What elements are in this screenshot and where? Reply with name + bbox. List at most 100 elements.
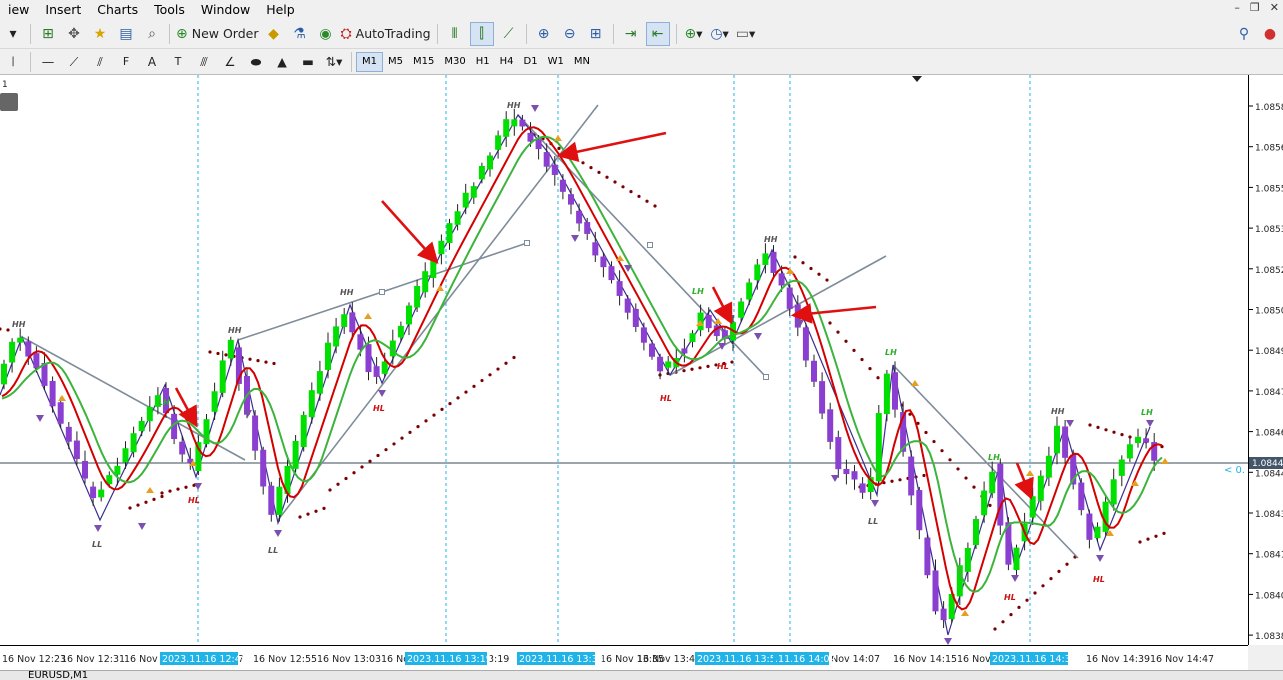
sar-dot xyxy=(645,199,649,203)
fibonacci-icon[interactable]: F xyxy=(115,51,137,73)
menu-view[interactable]: iew xyxy=(0,0,37,19)
sar-dot xyxy=(940,449,944,453)
candle-body xyxy=(964,547,971,572)
divider xyxy=(525,23,527,44)
trendline-icon[interactable]: ⟋ xyxy=(63,51,85,73)
candle-body xyxy=(997,463,1004,526)
candle-body xyxy=(568,194,574,205)
candle-body xyxy=(738,301,745,318)
arrows-icon[interactable]: ⇅▾ xyxy=(323,51,345,73)
dropdown-arrow-icon[interactable]: ▾ xyxy=(2,23,24,45)
signals-icon[interactable]: ⚗ xyxy=(288,23,310,45)
chart-shift-marker[interactable] xyxy=(912,76,922,82)
trendline-handle[interactable] xyxy=(647,242,653,248)
menu-tools[interactable]: Tools xyxy=(146,0,193,19)
autoscroll-icon[interactable]: ⇥ xyxy=(620,23,642,45)
search-icon[interactable]: ⚲ xyxy=(1233,23,1255,45)
timeframe-h1[interactable]: H1 xyxy=(471,53,495,71)
vertical-line-icon[interactable]: | xyxy=(2,51,24,73)
line-chart-icon[interactable]: ⟋ xyxy=(498,23,520,45)
timeframe-m5[interactable]: M5 xyxy=(383,53,408,71)
swing-label: HL xyxy=(1093,575,1105,584)
gann-icon[interactable]: ⫻ xyxy=(193,51,215,73)
sar-dot xyxy=(416,425,420,429)
close-icon[interactable]: ✕ xyxy=(1270,1,1279,14)
indicators-icon[interactable]: ⊕ ▾ xyxy=(683,23,705,45)
angle-icon[interactable]: ∠ xyxy=(219,51,241,73)
annotation-arrow[interactable] xyxy=(381,200,439,264)
horizontal-line-icon[interactable]: — xyxy=(37,51,59,73)
autotrading-button[interactable]: ⛭ AutoTrading xyxy=(340,23,430,45)
timeframe-d1[interactable]: D1 xyxy=(519,53,543,71)
candle-body xyxy=(665,361,672,368)
triangle-icon[interactable]: ▲ xyxy=(271,51,293,73)
price-chart[interactable]: HH LL LH HL HH HH LL HL HH HL LH HL HH LH LL LH HL HH HL LH… xyxy=(0,75,1248,645)
candle-body xyxy=(130,433,137,453)
one-click-trading-panel[interactable] xyxy=(0,93,18,111)
buy-signal-icon xyxy=(364,313,372,319)
zigzag-line xyxy=(0,113,1151,636)
tile-windows-icon[interactable]: ⊞ xyxy=(585,23,607,45)
timeframe-m30[interactable]: M30 xyxy=(439,53,470,71)
sar-dot xyxy=(216,351,220,356)
chart-canvas[interactable]: HH LL LH HL HH HH LL HL HH HL LH HL HH LH LL LH HL HH HL LH… xyxy=(0,75,1248,645)
sar-dot xyxy=(730,360,734,364)
strategy-tester-icon[interactable]: ⌕ xyxy=(141,23,163,45)
time-label: 16 Nov 14:15 xyxy=(893,654,957,665)
rectangle-icon[interactable]: ▬ xyxy=(297,51,319,73)
equidistant-channel-icon[interactable]: ⫽ xyxy=(89,51,111,73)
candle-body xyxy=(786,287,793,309)
timeframe-mn[interactable]: MN xyxy=(569,53,595,71)
radio-icon[interactable]: ◉ xyxy=(314,23,336,45)
zoom-in-icon[interactable]: ⊕ xyxy=(533,23,555,45)
bar-chart-icon[interactable]: ⫴ xyxy=(444,23,466,45)
minimize-icon[interactable]: – xyxy=(1234,1,1240,14)
restore-icon[interactable]: ❐ xyxy=(1250,1,1260,14)
menu-help[interactable]: Help xyxy=(258,0,303,19)
candle-body xyxy=(114,465,121,475)
menu-insert[interactable]: Insert xyxy=(37,0,89,19)
annotation-arrow[interactable] xyxy=(711,286,733,325)
menu-window[interactable]: Window xyxy=(193,0,258,19)
sar-dot xyxy=(573,156,577,160)
gold-icon[interactable]: ◆ xyxy=(262,23,284,45)
notifications-icon[interactable]: ● xyxy=(1259,23,1281,45)
trendline-handle[interactable] xyxy=(379,289,385,295)
sar-dot xyxy=(480,378,484,383)
market-watch-icon[interactable]: ⊞ xyxy=(37,23,59,45)
navigator-icon[interactable]: ✥ xyxy=(63,23,85,45)
menu-charts[interactable]: Charts xyxy=(89,0,146,19)
timeframe-h4[interactable]: H4 xyxy=(495,53,519,71)
buy-signal-icon xyxy=(1026,470,1034,476)
sell-signal-icon xyxy=(1146,420,1154,427)
annotation-arrow[interactable] xyxy=(556,131,667,162)
annotation-arrow[interactable] xyxy=(1014,462,1034,500)
sar-dot xyxy=(844,339,848,343)
sar-dot xyxy=(597,170,601,174)
price-label: 1.08580 xyxy=(1255,103,1283,113)
candle-body xyxy=(82,461,88,479)
buy-signal-icon xyxy=(961,610,969,616)
zoom-out-icon[interactable]: ⊖ xyxy=(559,23,581,45)
timeframe-m1[interactable]: M1 xyxy=(356,51,383,72)
favorites-icon[interactable]: ★ xyxy=(89,23,111,45)
chart-shift-icon[interactable]: ⇤ xyxy=(645,21,670,46)
candle-body xyxy=(495,135,502,150)
periods-icon[interactable]: ◷ ▾ xyxy=(709,23,731,45)
timeframe-w1[interactable]: W1 xyxy=(543,53,569,71)
timeframe-m15[interactable]: M15 xyxy=(408,53,439,71)
templates-icon[interactable]: ▭ ▾ xyxy=(735,23,757,45)
trendline[interactable] xyxy=(381,242,528,293)
sar-dot xyxy=(557,146,561,150)
data-window-icon[interactable]: ▤ xyxy=(115,23,137,45)
trendline-handle[interactable] xyxy=(763,374,769,380)
menu-bar: iew Insert Charts Tools Window Help – ❐ … xyxy=(0,0,1283,19)
text-label-icon[interactable]: T xyxy=(167,51,189,73)
swing-label: HH xyxy=(764,235,778,244)
new-order-button[interactable]: ⊕ New Order xyxy=(176,23,258,45)
sar-dot xyxy=(0,327,2,331)
text-icon[interactable]: A xyxy=(141,51,163,73)
ellipse-icon[interactable]: ⬬ xyxy=(245,51,267,73)
trendline-handle[interactable] xyxy=(524,240,530,246)
candlestick-icon[interactable]: ⫿ xyxy=(469,21,494,46)
